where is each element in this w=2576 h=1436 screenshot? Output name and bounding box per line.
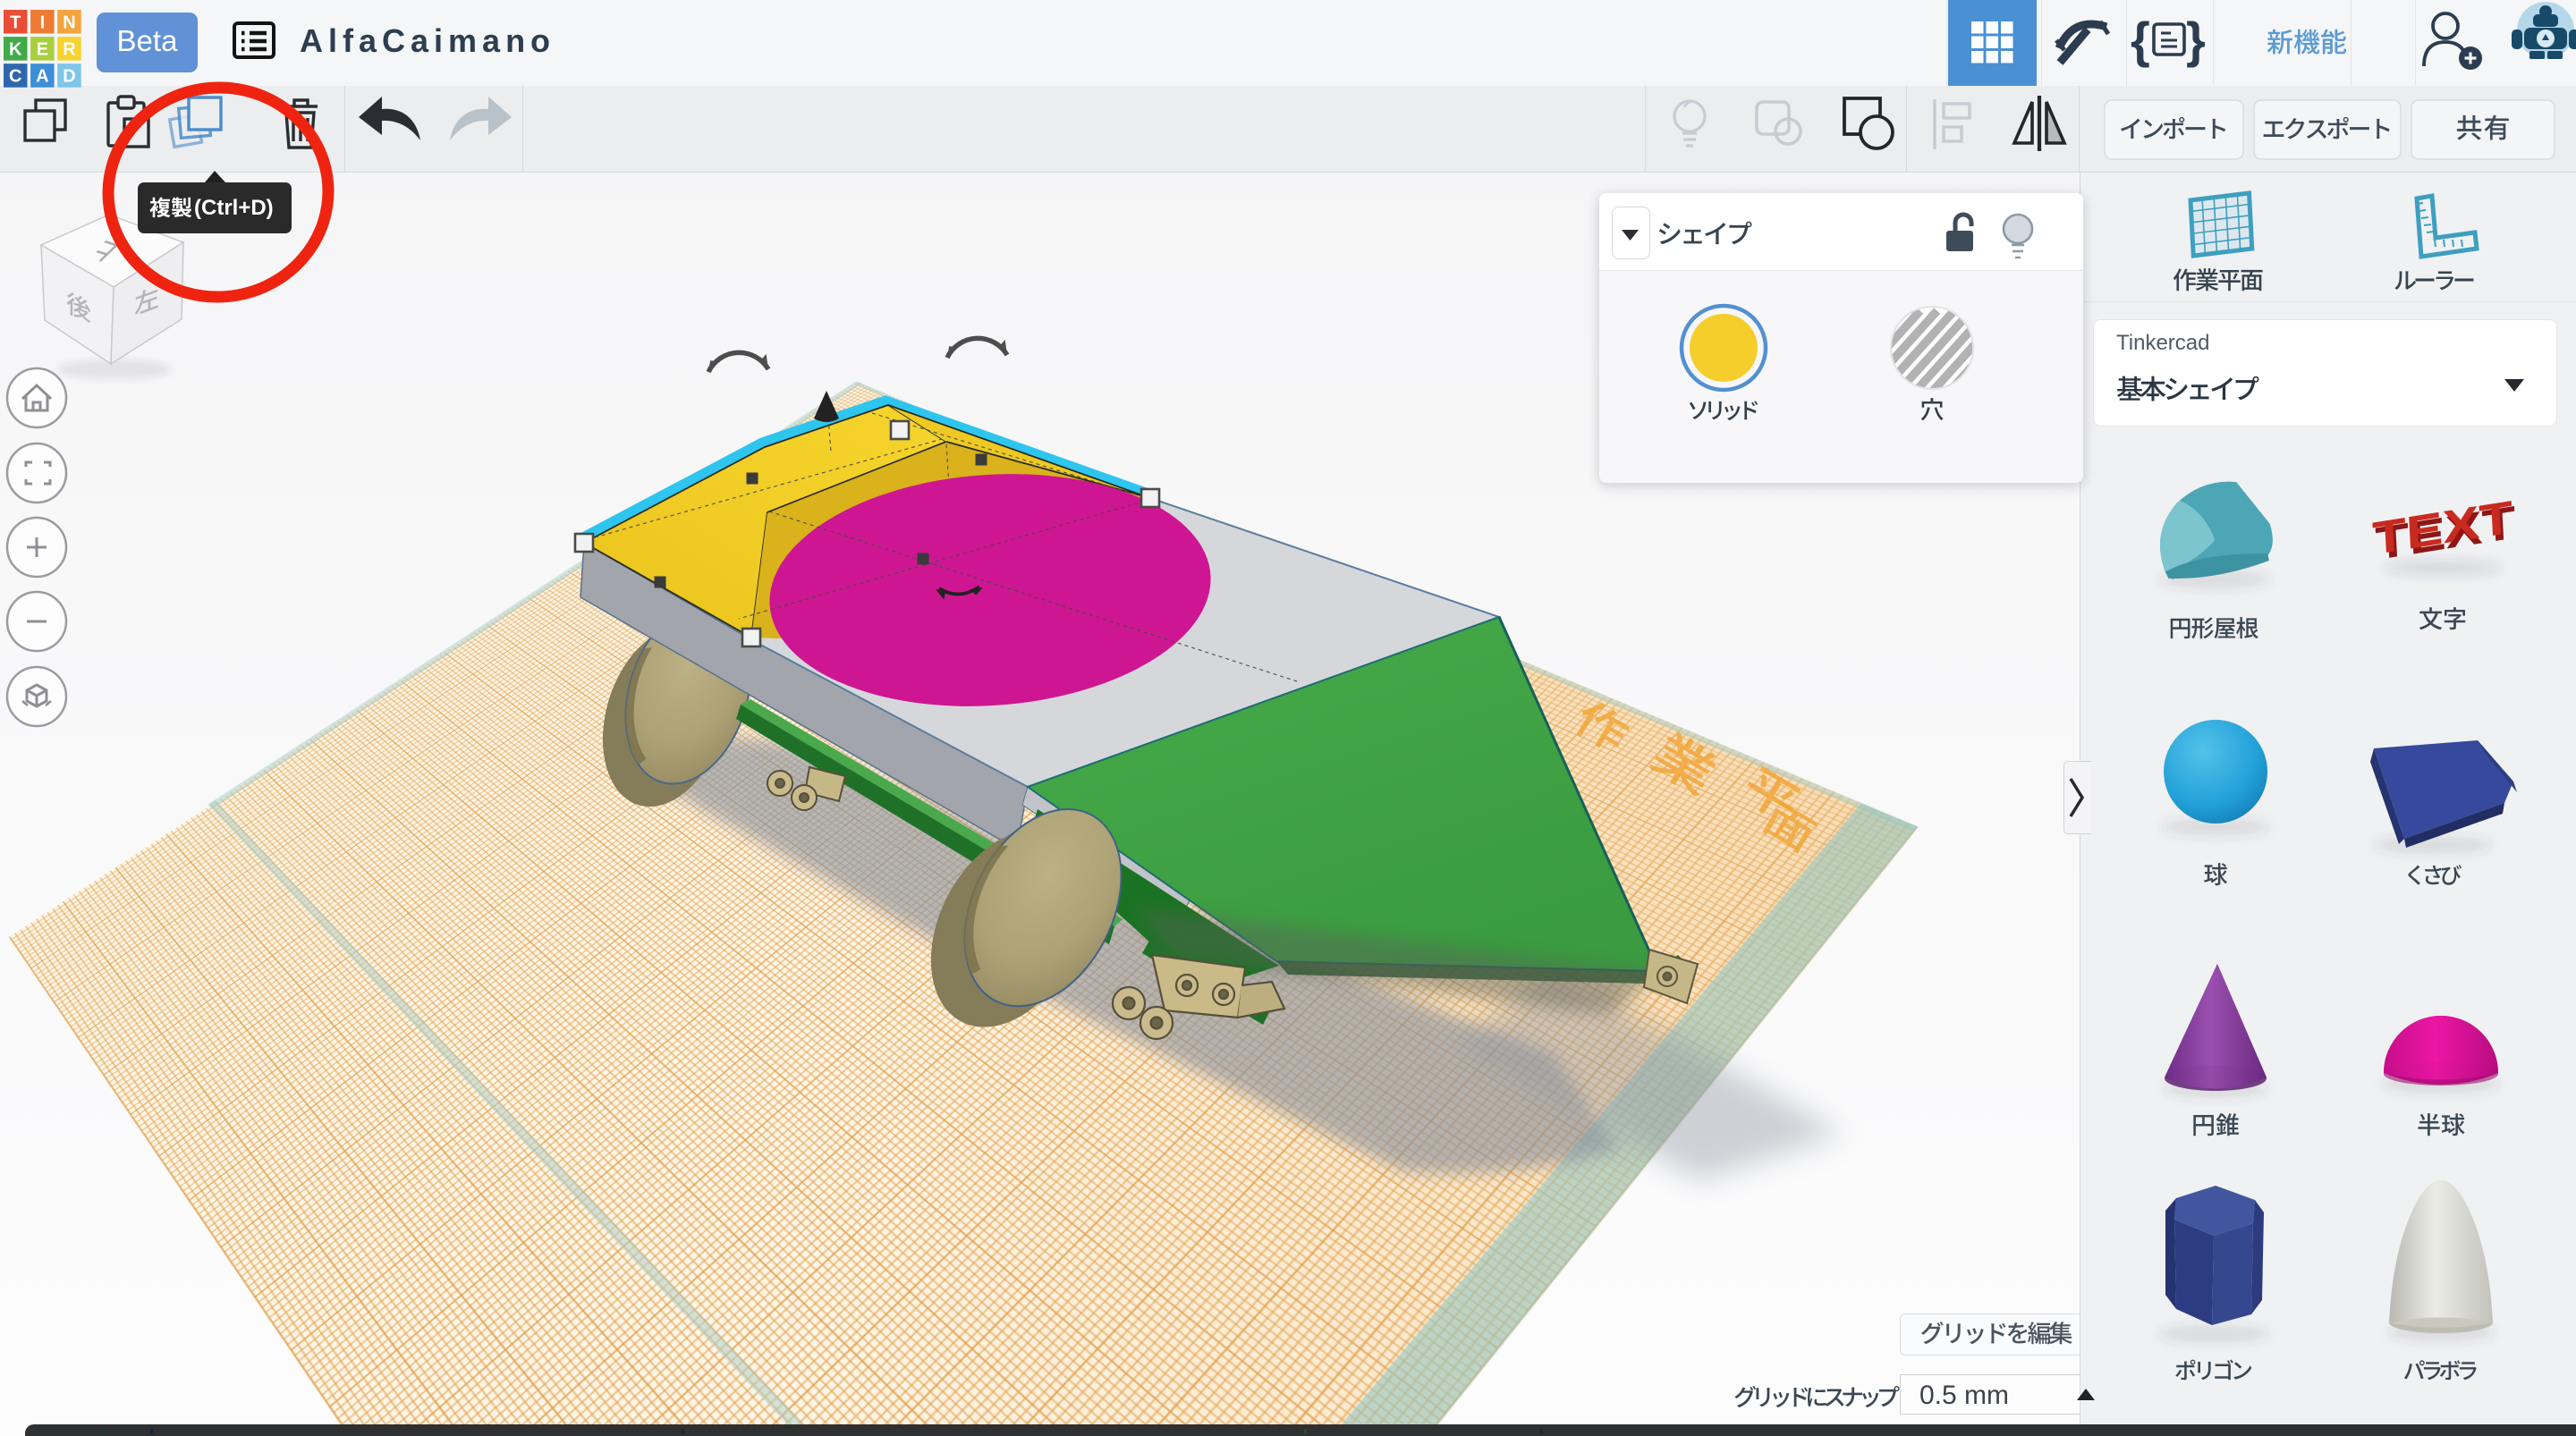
svg-text:TEXT: TEXT [2371,491,2514,565]
svg-text:(Ctrl+D): (Ctrl+D) [194,196,274,220]
